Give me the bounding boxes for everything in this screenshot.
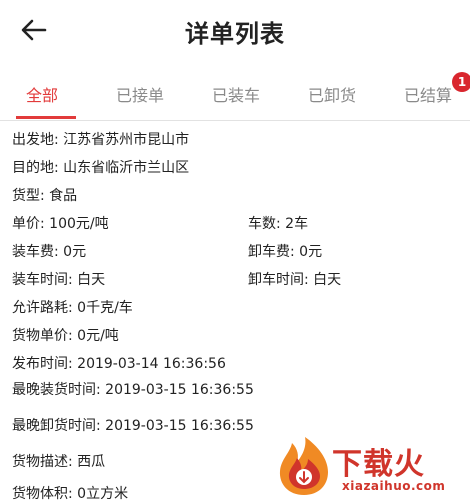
page-title: 详单列表 [185,20,285,48]
destination-label: 目的地: 山东省临沂市兰山区 [12,160,190,176]
watermark-domain: xiazaihuo.com [342,479,446,493]
tab-loaded[interactable]: 已装车 [212,82,260,106]
truck-count-label: 车数: 2车 [248,216,309,232]
cargo-volume-label: 货物体积: 0立方米 [12,486,129,502]
origin-label: 出发地: 江苏省苏州市昆山市 [12,132,190,148]
tab-unloaded[interactable]: 已卸货 [308,82,356,106]
latest-loading-time-label: 最晚装货时间: 2019-03-15 16:36:55 [12,382,254,398]
loading-fee-label: 装车费: 0元 [12,244,87,260]
unit-price-label: 单价: 100元/吨 [12,216,109,232]
unloading-fee-label: 卸车费: 0元 [248,244,323,260]
latest-unloading-time-label: 最晚卸货时间: 2019-03-15 16:36:55 [12,418,254,434]
status-tab-bar: 全部 已接单 已装车 已卸货 已结算 [0,66,470,121]
tab-all[interactable]: 全部 [26,82,58,106]
publish-time-label: 发布时间: 2019-03-14 16:36:56 [12,356,226,372]
tab-settled[interactable]: 已结算 [404,82,452,106]
tab-accepted[interactable]: 已接单 [116,82,164,106]
allowed-loss-label: 允许路耗: 0千克/车 [12,300,133,316]
watermark-logo: 下载火 xiazaihuo.com [276,437,466,497]
app-header: 详单列表 [0,0,470,66]
watermark-text: 下载火 [332,447,425,482]
flame-icon [279,437,328,495]
cargo-type-label: 货型: 食品 [12,188,78,204]
cargo-description-label: 货物描述: 西瓜 [12,454,106,470]
unloading-time-label: 卸车时间: 白天 [248,272,342,288]
loading-time-label: 装车时间: 白天 [12,272,106,288]
active-tab-indicator [16,116,76,119]
cargo-unit-price-label: 货物单价: 0元/吨 [12,328,119,344]
notification-badge: 1 [452,72,470,92]
